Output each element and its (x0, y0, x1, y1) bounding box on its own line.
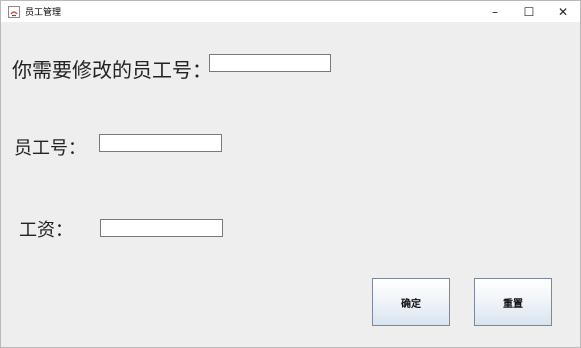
maximize-icon[interactable]: ☐ (512, 1, 546, 22)
form-panel: 你需要修改的员工号： 员工号： 工资： 确定 重置 (1, 22, 580, 347)
close-icon[interactable]: ✕ (546, 1, 580, 22)
window-title: 员工管理 (25, 8, 62, 18)
salary-input[interactable] (100, 219, 223, 237)
modify-employee-id-input[interactable] (209, 54, 331, 72)
confirm-button[interactable]: 确定 (372, 278, 450, 326)
modify-employee-id-label: 你需要修改的员工号： (12, 58, 212, 82)
window-controls: – ☐ ✕ (478, 1, 580, 22)
employee-management-window: 员工管理 – ☐ ✕ 你需要修改的员工号： 员工号： 工资： 确定 重置 (0, 0, 581, 348)
minimize-icon[interactable]: – (478, 1, 512, 22)
employee-id-label: 员工号： (14, 138, 86, 159)
java-app-icon (8, 5, 20, 18)
title-bar: 员工管理 – ☐ ✕ (1, 1, 580, 22)
employee-id-input[interactable] (99, 134, 222, 152)
salary-label: 工资： (19, 220, 73, 241)
reset-button[interactable]: 重置 (474, 278, 552, 326)
